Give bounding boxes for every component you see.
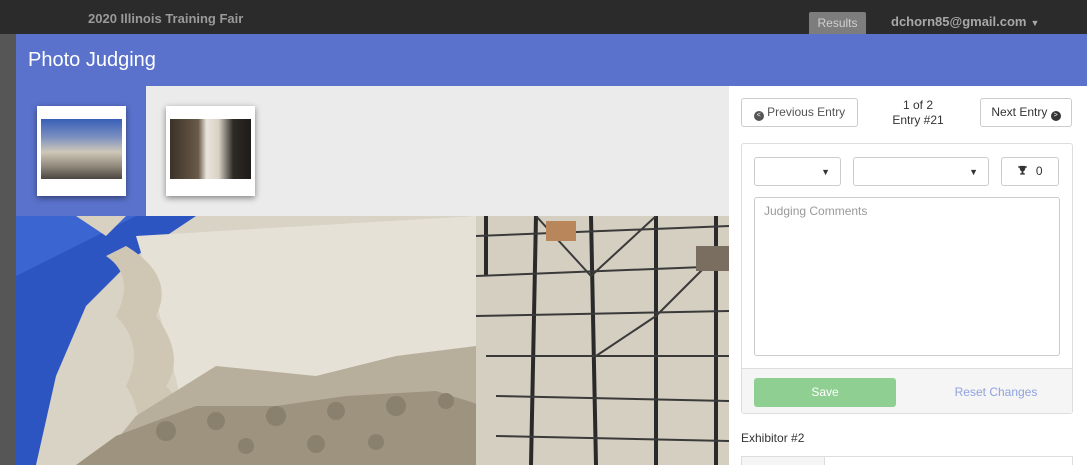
thumbnail-image	[170, 119, 251, 179]
entry-number: Entry #21	[892, 113, 944, 127]
save-button[interactable]: Save	[754, 378, 896, 407]
main-photo	[16, 216, 729, 465]
award-button[interactable]: 0	[1001, 157, 1059, 186]
judging-comments-field[interactable]	[754, 197, 1060, 356]
caret-down-icon: ▼	[1030, 18, 1040, 28]
results-button[interactable]: Results	[809, 12, 866, 34]
judging-sidebar: < Previous Entry 1 of 2 Entry #21 Next E…	[729, 86, 1087, 465]
next-entry-label: Next Entry	[991, 105, 1048, 119]
next-entry-button[interactable]: Next Entry >	[980, 98, 1072, 127]
exhibitor-details	[741, 456, 1073, 465]
entry-counter: 1 of 2 Entry #21	[882, 98, 954, 128]
exhibitor-heading: Exhibitor #2	[741, 431, 805, 445]
trophy-icon	[1018, 165, 1028, 175]
user-email: dchorn85@gmail.com	[891, 14, 1027, 29]
judging-panel: ▼ ▼ 0 Save Reset Changes	[741, 143, 1073, 414]
user-menu[interactable]: dchorn85@gmail.com ▼	[891, 14, 1039, 29]
app-title: 2020 Illinois Training Fair	[88, 11, 244, 26]
exhibitor-details-value	[824, 457, 1072, 465]
app-top-bar: 2020 Illinois Training Fair Results dcho…	[0, 0, 1087, 34]
entry-position: 1 of 2	[902, 98, 934, 112]
thumbnail-2[interactable]	[166, 106, 255, 196]
caret-down-icon: ▼	[821, 167, 830, 177]
award-count: 0	[1035, 164, 1043, 178]
caret-down-icon: ▼	[969, 167, 978, 177]
rating-select[interactable]: ▼	[754, 157, 841, 186]
previous-entry-label: Previous Entry	[767, 105, 846, 119]
previous-entry-button[interactable]: < Previous Entry	[741, 98, 858, 127]
chevron-circle-left-icon: <	[753, 111, 764, 121]
thumbnail-strip	[16, 86, 729, 216]
chevron-circle-right-icon: >	[1050, 111, 1061, 121]
placing-select[interactable]: ▼	[853, 157, 989, 186]
judging-panel-footer: Save Reset Changes	[742, 368, 1072, 413]
modal-title: Photo Judging	[28, 49, 156, 71]
reset-changes-link[interactable]: Reset Changes	[949, 378, 1043, 407]
cathedral-photo	[16, 216, 729, 465]
photo-judging-modal: Photo Judging < Previous Entry 1 of 2 En…	[16, 34, 1087, 465]
thumbnail-1[interactable]	[37, 106, 126, 196]
modal-header: Photo Judging	[16, 34, 1087, 86]
background-overlay	[0, 34, 16, 465]
thumbnail-image	[41, 119, 122, 179]
